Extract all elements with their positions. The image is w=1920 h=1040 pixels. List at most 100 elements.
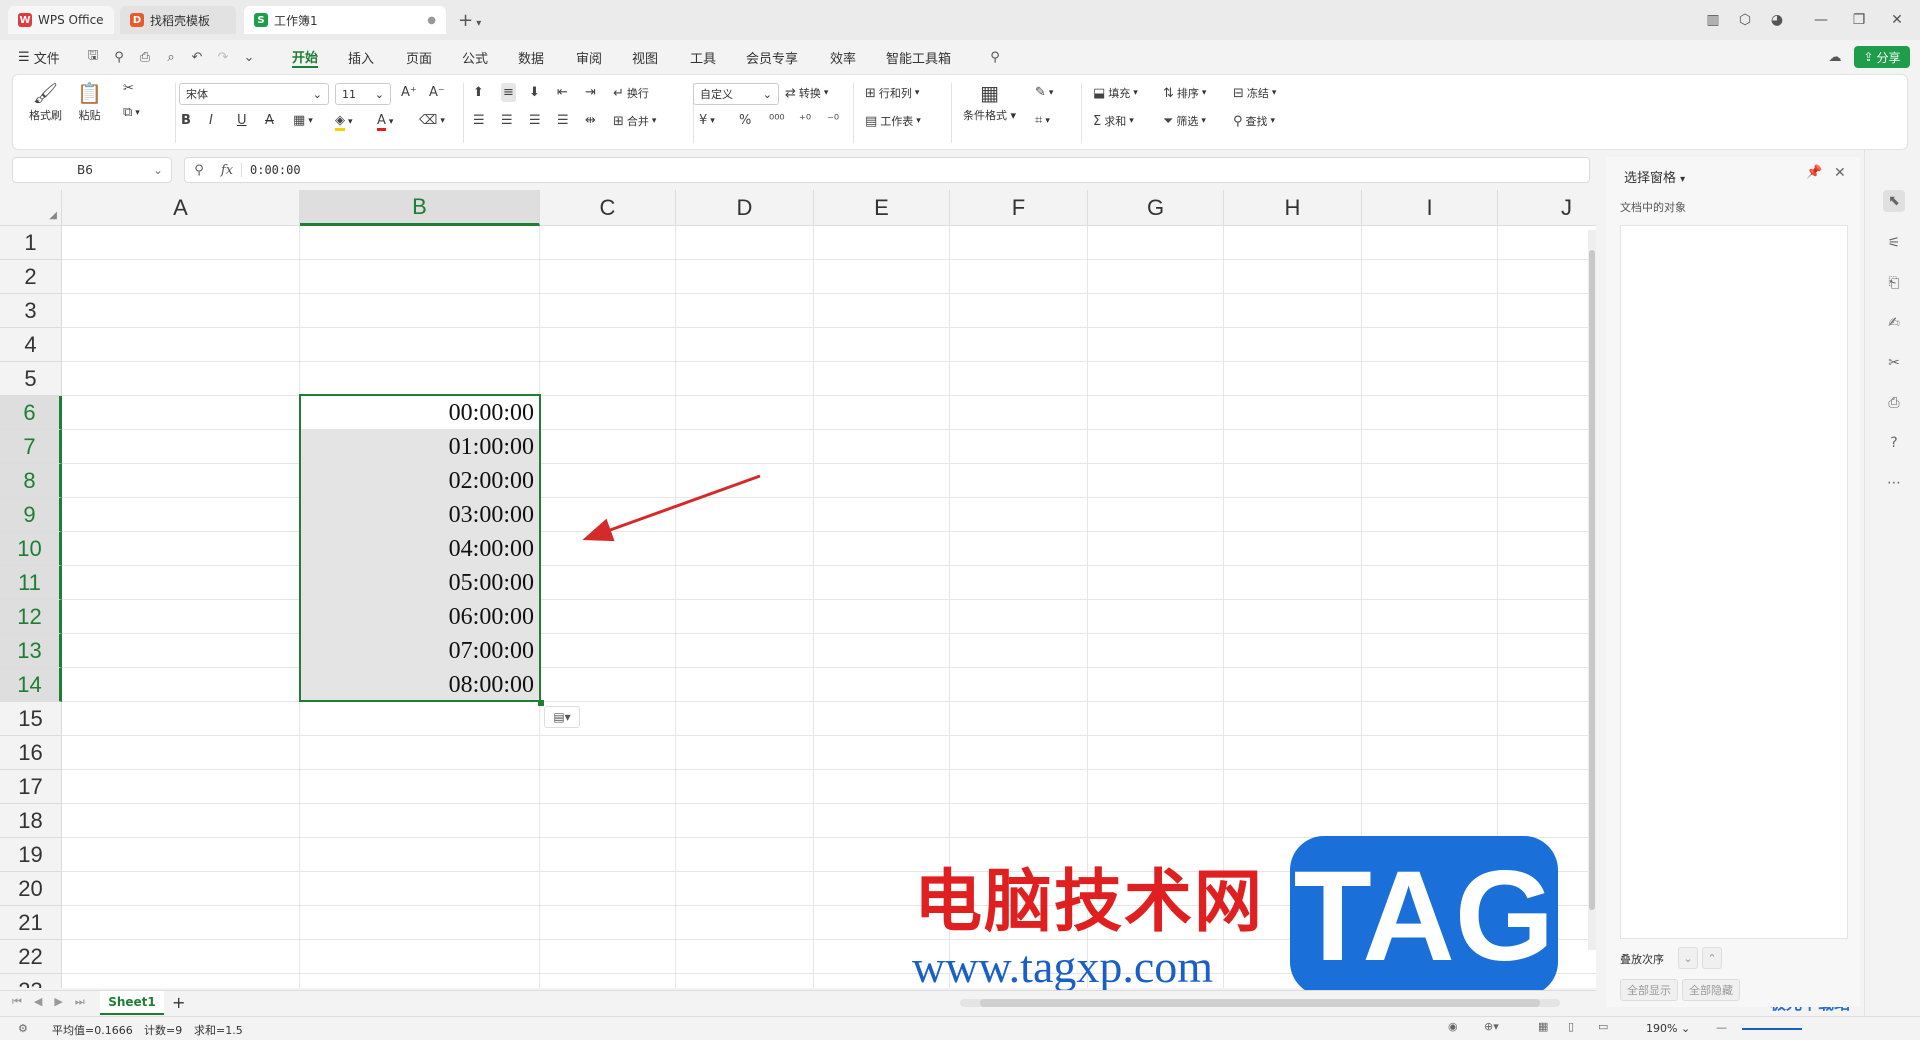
worksheet-button[interactable]: ▤ 工作表 ▾ [865,113,921,129]
unsaved-dot-icon[interactable]: ● [427,15,436,26]
strikethrough-button[interactable]: A [265,113,274,128]
page-break-icon[interactable]: ▭ [1598,1020,1608,1033]
row-col-button[interactable]: ⊞ 行和列 ▾ [865,85,919,101]
avatar[interactable]: ◕ [1764,8,1790,32]
sheet-nav[interactable]: ⏮ ◀ ▶ ⏭ [12,995,85,1009]
minimize-icon[interactable]: — [1808,8,1834,32]
copy-button[interactable]: ⧉ ▾ [123,105,140,120]
fill-color-button[interactable]: ◈ ▾ [335,113,353,131]
font-name-select[interactable]: 宋体 ⌄ [179,83,329,105]
menu-member[interactable]: 会员专享 [746,46,798,68]
merge-cells-button[interactable]: ⊞ 合并 ▾ [613,113,656,129]
select-pointer-icon[interactable]: ⬉ [1883,190,1905,212]
italic-button[interactable]: I [209,113,213,128]
file-menu[interactable]: ☰ 文件 [18,46,60,68]
fx-icon[interactable]: fx [213,163,241,178]
close-icon[interactable]: ✕ [1884,8,1910,32]
menu-efficiency[interactable]: 效率 [830,46,856,68]
restore-icon[interactable]: ❐ [1846,8,1872,32]
share-button[interactable]: ⇪ 分享 [1854,46,1910,68]
align-center-button[interactable]: ☰ [501,113,513,128]
formula-input[interactable]: 0:00:00 [241,163,301,177]
layout-icon[interactable]: ▥ [1700,8,1726,32]
table-style-button[interactable]: ⌗ ▾ [1035,113,1050,128]
increase-indent-button[interactable]: ⇥ [585,85,596,100]
tab-docer-templates[interactable]: D 找稻壳模板 [120,6,236,34]
tab-workbook1[interactable]: S 工作簿1 ● [244,6,446,34]
eye-protection-icon[interactable]: ◉ [1448,1020,1458,1033]
percent-button[interactable]: % [739,113,751,128]
thousands-button[interactable]: ⁰⁰⁰ [769,113,785,128]
decrease-indent-button[interactable]: ⇤ [557,85,568,100]
zoom-formula-icon[interactable]: ⚲ [185,163,213,178]
view-mode-icon[interactable]: ⊕▾ [1484,1020,1499,1033]
save-icon[interactable]: 🖫 [84,48,102,66]
tab-wps-office[interactable]: W WPS Office [8,6,114,34]
comment-icon[interactable]: ⎗ [1883,272,1905,294]
grow-font-button[interactable]: A⁺ [401,85,417,100]
sign-icon[interactable]: ✍ [1883,312,1905,334]
justify-button[interactable]: ☰ [557,113,569,128]
cloud-icon[interactable]: ☁ [1826,48,1844,66]
close-pane-icon[interactable]: ✕ [1834,165,1846,181]
move-up-button[interactable]: ⌃ [1702,947,1722,969]
last-sheet-icon[interactable]: ⏭ [75,995,85,1009]
cube-icon[interactable]: ⬡ [1732,8,1758,32]
redo-icon[interactable]: ↷ [214,48,232,66]
wrap-text-button[interactable]: ↵ 换行 [613,85,649,101]
chevron-down-icon[interactable]: ⌄ [240,48,258,66]
shrink-font-button[interactable]: A⁻ [429,85,445,100]
scrollbar-thumb[interactable] [1589,250,1595,910]
formula-bar[interactable]: ⚲ fx 0:00:00 [184,157,1590,183]
menu-data[interactable]: 数据 [518,46,544,68]
menu-view[interactable]: 视图 [632,46,658,68]
print-preview-icon[interactable]: ⌕ [162,48,180,66]
help-icon[interactable]: ? [1883,432,1905,454]
macro-icon[interactable]: ⚙ [18,1022,28,1035]
menu-page[interactable]: 页面 [406,46,432,68]
properties-icon[interactable]: ⚟ [1883,232,1905,254]
font-color-button[interactable]: A ▾ [377,113,393,131]
sort-button[interactable]: ⇅ 排序 ▾ [1163,85,1206,101]
pane-title[interactable]: 选择窗格 ▾ [1624,167,1685,186]
tools-icon[interactable]: ✂ [1883,352,1905,374]
cut-button[interactable]: ✂ [123,81,134,96]
pin-icon[interactable]: 📌 [1806,165,1822,180]
currency-button[interactable]: ¥ ▾ [699,113,715,128]
hide-all-button[interactable]: 全部隐藏 [1682,979,1740,1001]
print-icon[interactable]: ⎙ [136,48,154,66]
add-sheet-button[interactable]: + [172,993,185,1012]
zoom-slider[interactable] [1742,1028,1802,1030]
vertical-scrollbar[interactable] [1588,230,1596,950]
align-top-button[interactable]: ⬆ [473,85,484,100]
freeze-button[interactable]: ⊟ 冻结 ▾ [1233,85,1276,101]
bold-button[interactable]: B [181,113,191,128]
menu-start[interactable]: 开始 [292,46,319,68]
convert-button[interactable]: ⇄ 转换 ▾ [785,85,828,101]
sheet-tab-sheet1[interactable]: Sheet1 [100,991,164,1015]
align-left-button[interactable]: ☰ [473,113,485,128]
scrollbar-thumb[interactable] [980,999,1540,1007]
paste-button[interactable]: 📋 粘贴 [77,81,102,123]
decrease-decimal-button[interactable]: ⁻⁰ [827,113,839,128]
border-button[interactable]: ▦ ▾ [293,113,313,128]
fill-button[interactable]: ⬓ 填充 ▾ [1093,85,1138,101]
menu-smart-toolbox[interactable]: 智能工具箱 [886,46,951,68]
underline-button[interactable]: U [237,113,247,128]
clear-format-button[interactable]: ⌫ ▾ [419,113,445,128]
library-icon[interactable]: ⎙ [1883,392,1905,414]
align-middle-button[interactable]: ≡ [501,83,516,102]
move-down-button[interactable]: ⌄ [1678,947,1698,969]
menu-tools[interactable]: 工具 [690,46,716,68]
search-icon[interactable]: ⚲ [986,48,1004,66]
new-tab-button[interactable]: + ▾ [458,10,481,31]
first-sheet-icon[interactable]: ⏮ [12,995,22,1009]
horizontal-scrollbar[interactable] [960,999,1560,1007]
align-right-button[interactable]: ☰ [529,113,541,128]
number-format-select[interactable]: 自定义 ⌄ [693,83,779,105]
conditional-format-button[interactable]: ▦ 条件格式 ▾ [963,81,1016,123]
object-list[interactable] [1620,225,1848,939]
align-bottom-button[interactable]: ⬇ [529,85,540,100]
sum-button[interactable]: Σ 求和 ▾ [1093,113,1134,129]
undo-icon[interactable]: ↶ [188,48,206,66]
